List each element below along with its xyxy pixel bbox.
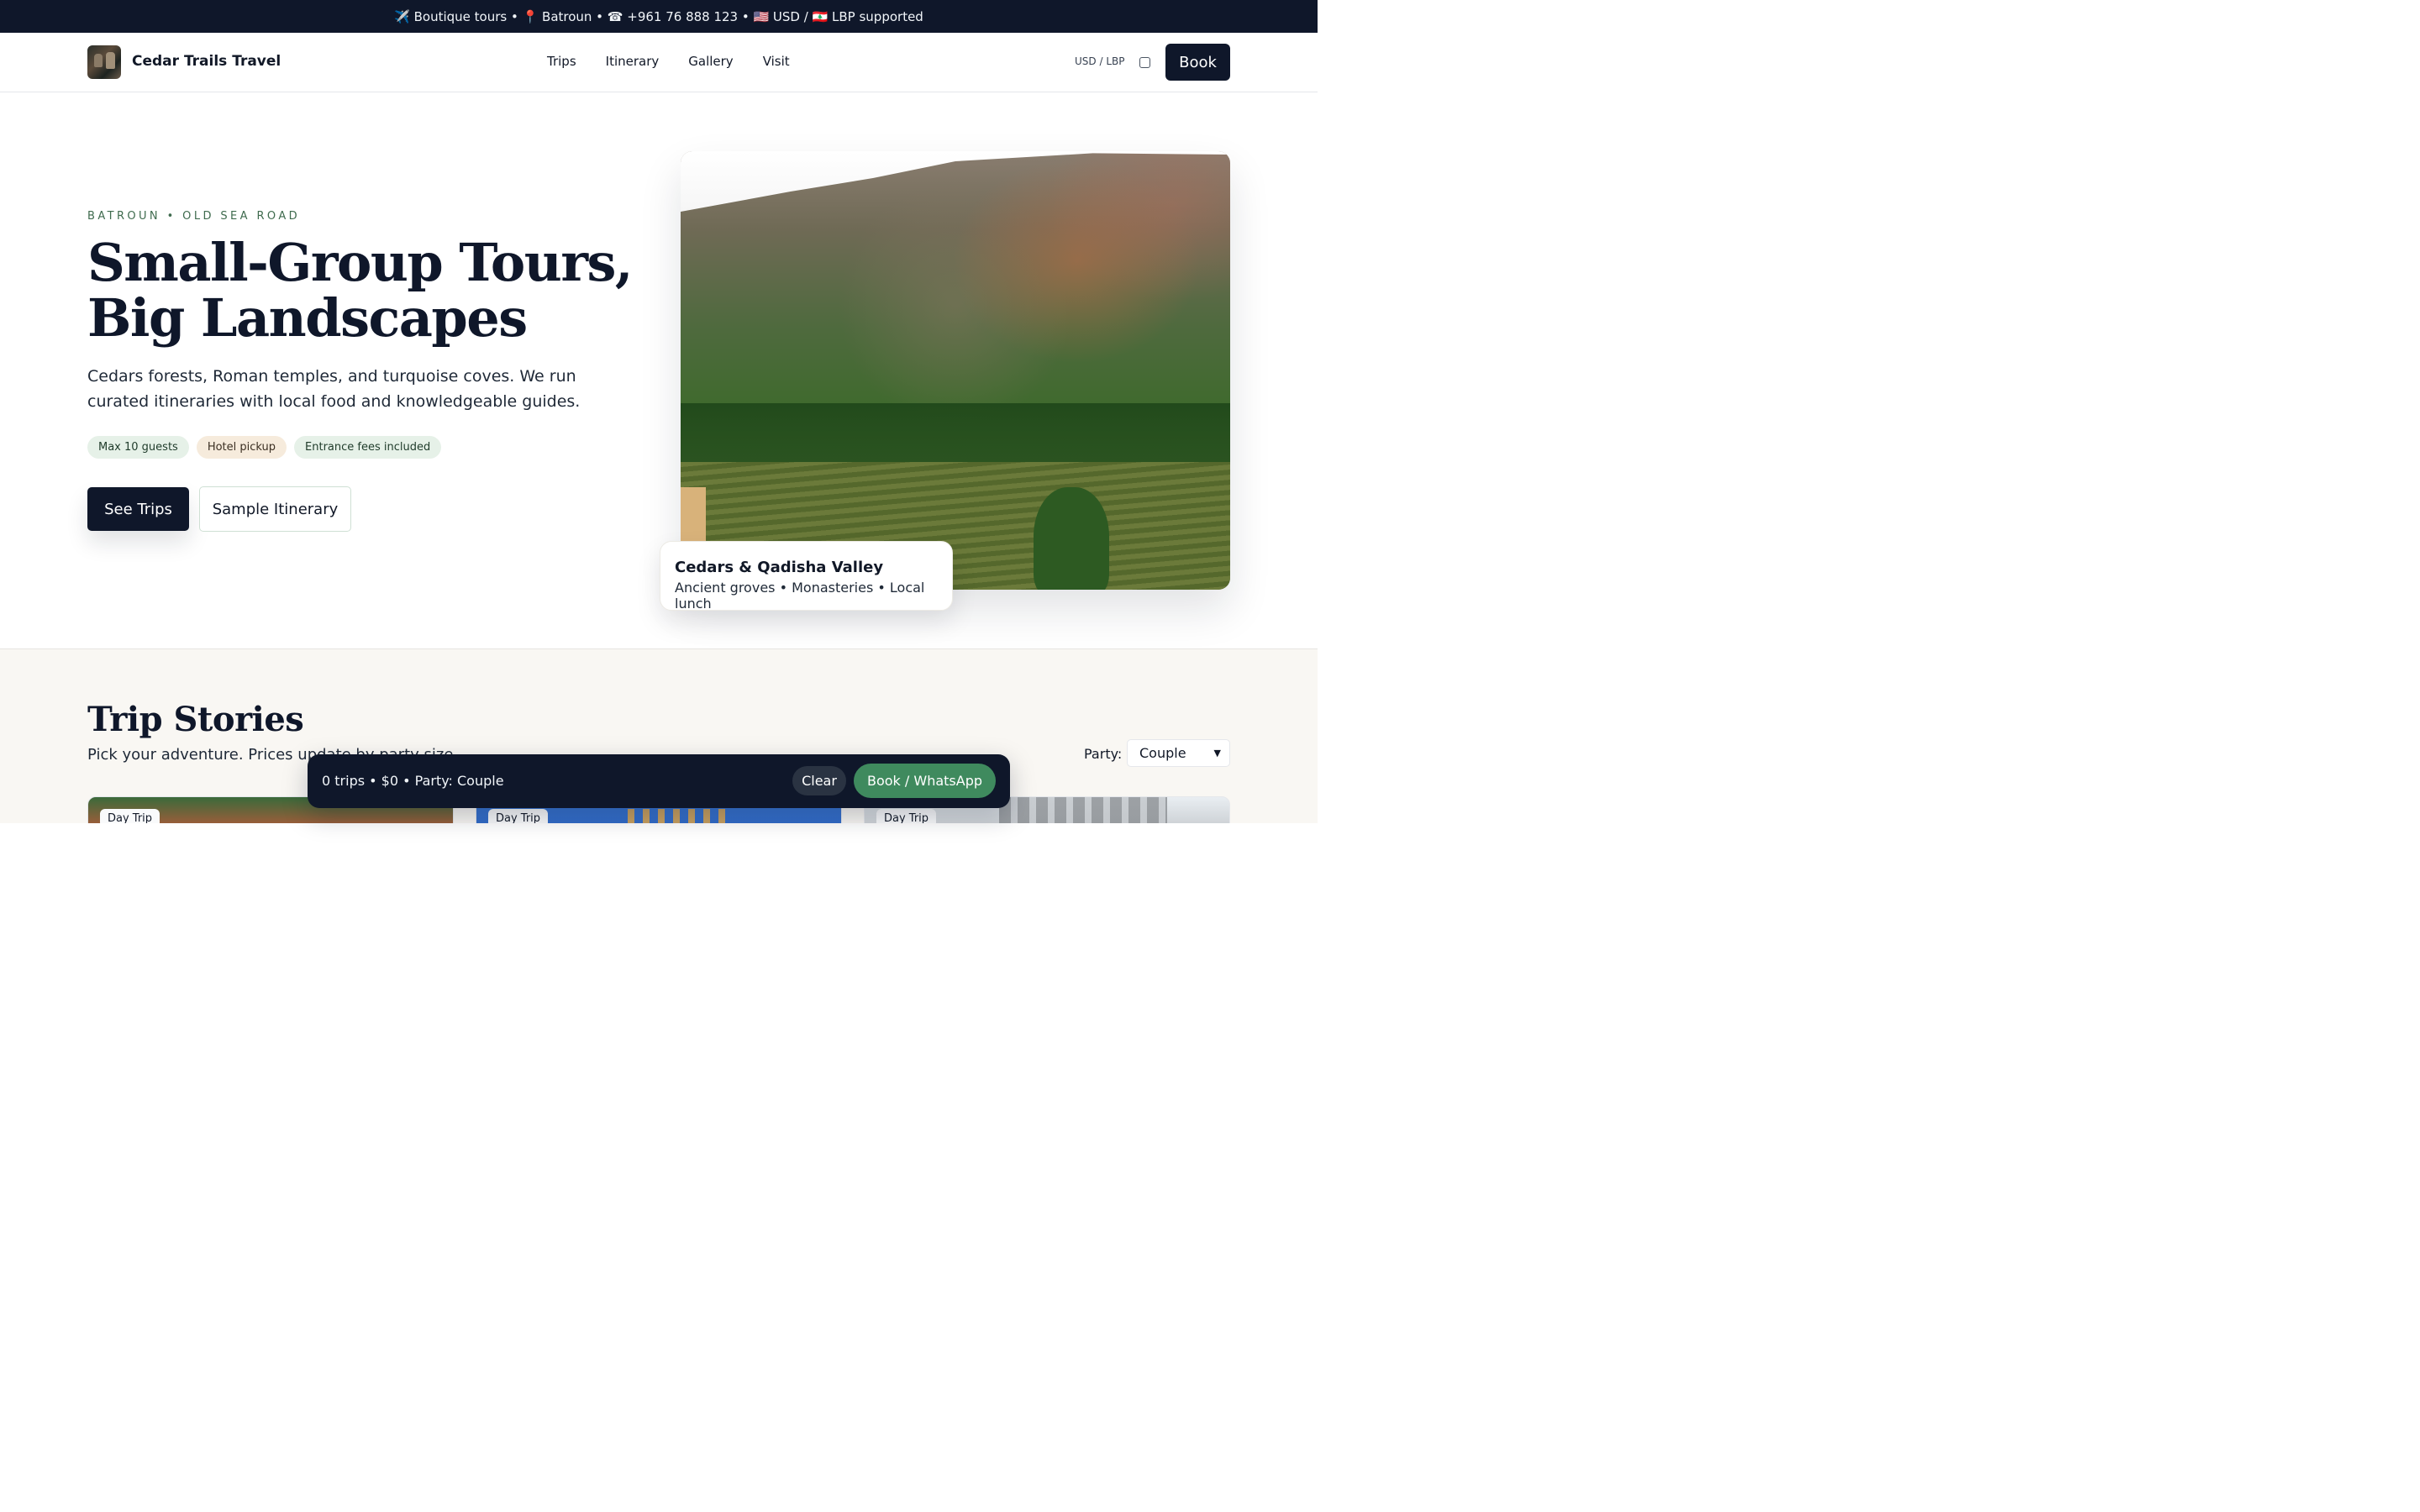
announcement-bar: ✈️ Boutique tours • 📍 Batroun • ☎ +961 7… [0,0,1318,33]
hero-eyebrow: BATROUN • OLD SEA ROAD [87,210,301,223]
caption-title: Cedars & Qadisha Valley [675,559,884,576]
chip-entrance-fees: Entrance fees included [294,436,442,459]
book-whatsapp-button[interactable]: Book / WhatsApp [854,764,996,798]
hero-landscape-image [681,151,1230,590]
logo-image[interactable] [87,45,121,79]
hero-subtitle: Cedars forests, Roman temples, and turqu… [87,367,581,411]
hero-title: Small-Group Tours, Big Landscapes [87,232,633,349]
chip-max-guests: Max 10 guests [87,436,189,459]
party-label: Party: [1084,746,1123,762]
cart-summary: 0 trips • $0 • Party: Couple [322,773,504,789]
image-city-skyline [999,797,1167,823]
section-title: Trip Stories [87,700,304,739]
party-selected-value: Couple [1139,745,1186,761]
clear-cart-button[interactable]: Clear [792,766,846,795]
party-size-select[interactable]: Couple ▼ [1127,739,1230,767]
caption-subtitle: Ancient groves • Monasteries • Local lun… [675,580,925,612]
trip-card-tag: Day Trip [100,809,160,823]
brand-name[interactable]: Cedar Trails Travel [132,53,281,70]
see-trips-button[interactable]: See Trips [87,487,189,531]
book-button[interactable]: Book [1165,44,1230,81]
booking-cart-bar: 0 trips • $0 • Party: Couple Clear Book … [308,754,1010,808]
hero-title-line2: Big Landscapes [87,287,528,349]
nav-link-gallery[interactable]: Gallery [688,54,733,69]
main-menu: Trips Itinerary Gallery Visit [547,54,790,69]
image-tree [1034,487,1109,590]
nav-link-itinerary[interactable]: Itinerary [606,54,660,69]
hero-section: BATROUN • OLD SEA ROAD Small-Group Tours… [0,92,1318,649]
trip-card-tag: Day Trip [488,809,549,823]
sample-itinerary-button[interactable]: Sample Itinerary [199,486,351,532]
nav-link-visit[interactable]: Visit [763,54,790,69]
hero-title-line1: Small-Group Tours, [87,232,633,293]
announcement-text: ✈️ Boutique tours • 📍 Batroun • ☎ +961 7… [394,8,923,24]
chip-hotel-pickup: Hotel pickup [196,436,287,459]
image-forest [681,403,1230,470]
nav-link-trips[interactable]: Trips [547,54,576,69]
image-roman-columns [628,809,729,823]
image-monastery [681,487,706,546]
image-sky [681,151,1230,212]
currency-toggle-label: USD / LBP [1075,55,1125,67]
hero-image-caption-card: Cedars & Qadisha Valley Ancient groves •… [660,541,953,612]
site-header: Cedar Trails Travel Trips Itinerary Gall… [0,33,1318,92]
trip-card-tag: Day Trip [876,809,937,823]
hero-feature-chips: Max 10 guests Hotel pickup Entrance fees… [87,436,442,459]
chevron-down-icon: ▼ [1213,748,1221,759]
currency-toggle-checkbox[interactable] [1139,57,1150,68]
